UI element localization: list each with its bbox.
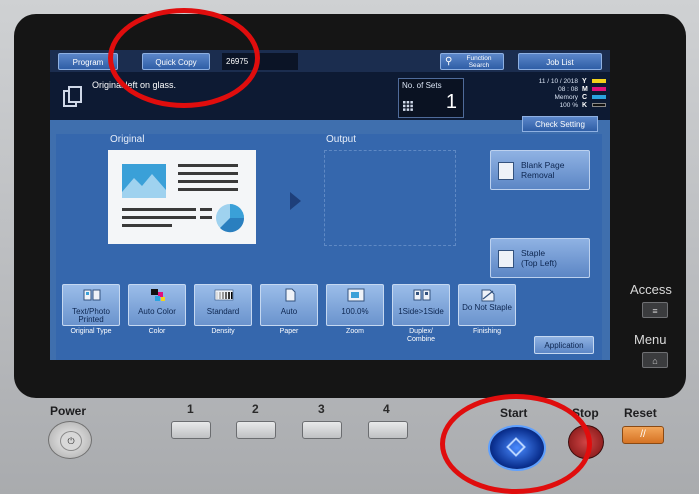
number-label-3: 3	[318, 402, 325, 416]
staple-button[interactable]: Staple (Top Left)	[490, 238, 590, 278]
finishing-icon	[481, 289, 495, 302]
density-icon	[214, 289, 234, 301]
staple-icon	[498, 250, 514, 268]
book-icon	[83, 289, 101, 301]
status-time: 08 : 08	[558, 86, 578, 93]
access-key[interactable]: ≡	[642, 302, 668, 318]
sets-value: 1	[445, 91, 457, 113]
zoom-button[interactable]: 100.0%	[326, 284, 384, 326]
keypad-icon	[403, 101, 413, 111]
duplex-combine-button[interactable]: 1Side>1Side	[392, 284, 450, 326]
message-bar: Original left on glass. No. of Sets 1 11…	[50, 72, 610, 120]
start-button[interactable]	[488, 425, 546, 471]
register-key-4[interactable]	[368, 421, 408, 439]
density-value: Standard	[206, 307, 240, 316]
number-label-1: 1	[187, 402, 194, 416]
toner-black	[592, 103, 606, 107]
power-icon: ⏻	[60, 431, 82, 451]
duplex-value: 1Side>1Side	[398, 307, 444, 316]
zoom-value: 100.0%	[341, 307, 369, 316]
blank-page-removal-button[interactable]: Blank Page Removal	[490, 150, 590, 190]
touch-screen: Program Quick Copy 26975 ⚲ Function Sear…	[50, 50, 610, 360]
status-date: 11 / 10 / 2018	[538, 78, 578, 85]
toner-magenta	[592, 87, 606, 91]
function-search-button[interactable]: ⚲ Function Search	[440, 53, 504, 70]
original-preview	[108, 150, 256, 244]
reset-icon: //	[640, 429, 646, 440]
blank-page-icon	[498, 162, 514, 180]
color-button[interactable]: Auto Color	[128, 284, 186, 326]
toner-letters: Y M C K	[582, 78, 588, 109]
menu-label: Menu	[634, 332, 667, 347]
start-icon	[506, 437, 526, 457]
reset-button[interactable]: //	[622, 426, 664, 444]
staple-label: Staple (Top Left)	[521, 248, 557, 268]
menu-key[interactable]: ⌂	[642, 352, 668, 368]
paper-button[interactable]: Auto	[260, 284, 318, 326]
register-key-1[interactable]	[171, 421, 211, 439]
stop-button[interactable]	[568, 425, 604, 459]
color-icon	[151, 289, 165, 301]
original-type-value: Text/Photo Printed	[72, 307, 110, 324]
color-label: Color	[148, 328, 166, 335]
status-message: Original left on glass.	[92, 80, 177, 90]
application-button[interactable]: Application	[534, 336, 594, 354]
output-preview	[324, 150, 456, 246]
density-button[interactable]: Standard	[194, 284, 252, 326]
quick-copy-button[interactable]: Quick Copy	[142, 53, 210, 70]
register-key-3[interactable]	[302, 421, 342, 439]
toner-yellow	[592, 79, 606, 83]
paper-label: Paper	[279, 328, 299, 335]
home-icon: ⌂	[652, 356, 658, 366]
program-button[interactable]: Program	[58, 53, 118, 70]
check-setting-button[interactable]: Check Setting	[522, 116, 598, 132]
sets-counter[interactable]: No. of Sets 1	[398, 78, 464, 118]
original-type-button[interactable]: Text/Photo Printed	[62, 284, 120, 326]
arrow-right-icon	[290, 192, 301, 210]
device-status: 11 / 10 / 2018 08 : 08 Memory 100 %	[520, 78, 578, 110]
access-icon: ≡	[652, 306, 658, 316]
start-label: Start	[500, 406, 528, 420]
memory-value: 100 %	[559, 102, 578, 109]
paper-value: Auto	[280, 307, 298, 316]
search-icon: ⚲	[445, 56, 453, 67]
finishing-button[interactable]: Do Not Staple	[458, 284, 516, 326]
top-bar: Program Quick Copy 26975 ⚲ Function Sear…	[50, 50, 610, 72]
paper-icon	[285, 288, 296, 302]
reset-label: Reset	[624, 406, 657, 420]
register-key-2[interactable]	[236, 421, 276, 439]
stop-label: Stop	[572, 406, 599, 420]
density-label: Density	[211, 328, 235, 335]
original-document-illustration	[122, 164, 245, 233]
power-button[interactable]: ⏻	[48, 421, 92, 459]
zoom-icon	[347, 288, 365, 302]
original-type-label: Original Type	[70, 328, 112, 335]
finishing-label: Finishing	[472, 328, 501, 335]
blank-page-label: Blank Page Removal	[521, 160, 565, 180]
function-search-label: Function Search	[466, 55, 492, 69]
access-label: Access	[630, 282, 672, 297]
duplex-icon	[413, 289, 431, 301]
output-label: Output	[326, 134, 357, 145]
number-label-2: 2	[252, 402, 259, 416]
memory-label: Memory	[554, 94, 578, 101]
zoom-label: Zoom	[346, 328, 364, 335]
color-value: Auto Color	[138, 307, 176, 316]
document-icon	[63, 86, 82, 107]
original-label: Original	[110, 134, 145, 145]
finishing-value: Do Not Staple	[462, 303, 512, 312]
duplex-label: Duplex/ Combine	[406, 328, 435, 343]
job-list-button[interactable]: Job List	[518, 53, 602, 70]
sets-label: No. of Sets	[402, 81, 442, 90]
number-label-4: 4	[383, 402, 390, 416]
address-field[interactable]: 26975	[222, 53, 298, 70]
toner-cyan	[592, 95, 606, 99]
power-label: Power	[50, 404, 87, 418]
